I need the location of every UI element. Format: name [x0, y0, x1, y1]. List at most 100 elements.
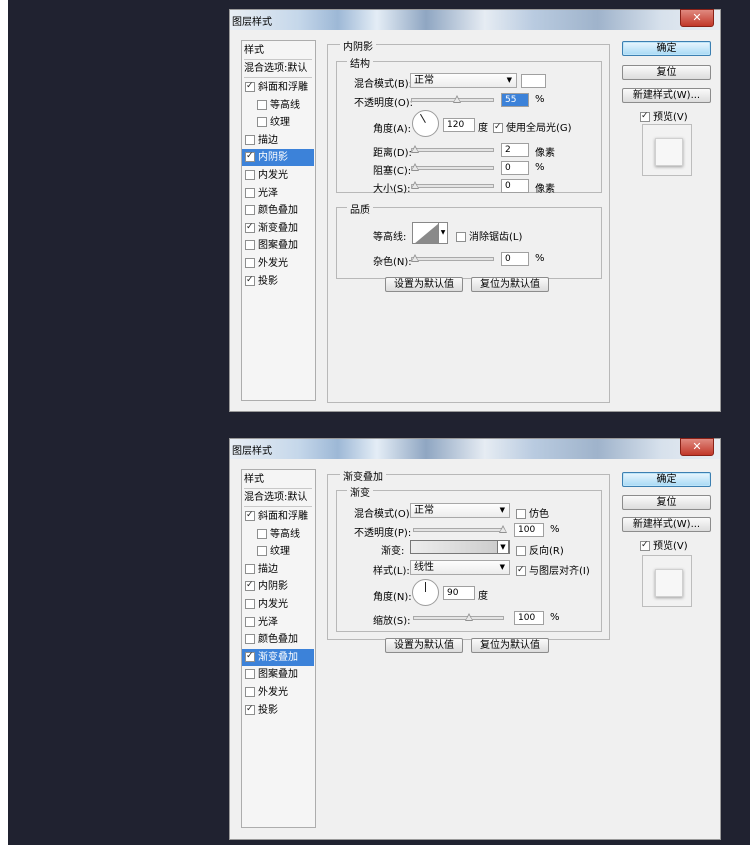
style-checkbox[interactable] — [245, 258, 255, 268]
set-default-button[interactable]: 设置为默认值 — [385, 277, 463, 292]
gradient-picker[interactable]: ▼ — [410, 540, 510, 554]
dither-checkbox[interactable]: 仿色 — [516, 505, 549, 520]
style-item[interactable]: 内发光 — [242, 596, 314, 613]
angle-input[interactable]: 90 — [443, 586, 475, 600]
scale-input[interactable]: 100 — [514, 611, 544, 625]
shadow-color-swatch[interactable] — [521, 74, 546, 88]
style-checkbox[interactable] — [245, 651, 255, 662]
contour-dropdown[interactable]: ▼ — [439, 222, 448, 244]
reverse-checkbox[interactable]: 反向(R) — [516, 542, 564, 557]
style-item[interactable]: 渐变叠加 — [242, 648, 314, 666]
align-layer-check[interactable] — [516, 566, 526, 576]
size-slider[interactable] — [411, 181, 494, 189]
close-button[interactable]: ✕ — [680, 438, 714, 456]
scale-slider-handle[interactable] — [465, 613, 473, 621]
style-item[interactable]: 渐变叠加 — [242, 220, 314, 237]
style-checkbox[interactable] — [245, 134, 255, 145]
style-checkbox[interactable] — [245, 205, 255, 216]
noise-slider-handle[interactable] — [411, 254, 419, 262]
style-item[interactable]: 内阴影 — [242, 578, 314, 595]
scale-slider[interactable] — [413, 613, 504, 621]
title-bar[interactable]: 图层样式 ✕ — [230, 438, 720, 459]
distance-slider[interactable] — [411, 145, 494, 153]
style-item[interactable]: 斜面和浮雕 — [242, 79, 314, 96]
contour-preview[interactable] — [412, 222, 439, 244]
choke-input[interactable]: 0 — [501, 161, 529, 175]
align-layer-checkbox[interactable]: 与图层对齐(I) — [516, 562, 590, 577]
style-checkbox[interactable] — [257, 99, 267, 110]
noise-input[interactable]: 0 — [501, 252, 529, 266]
style-checkbox[interactable] — [245, 222, 255, 233]
style-checkbox[interactable] — [245, 82, 255, 92]
new-style-button[interactable]: 新建样式(W)... — [622, 517, 711, 532]
style-item[interactable]: 斜面和浮雕 — [242, 508, 314, 525]
style-checkbox[interactable] — [245, 669, 255, 680]
opacity-input[interactable]: 55 — [501, 93, 529, 107]
style-checkbox[interactable] — [257, 117, 267, 128]
ok-button[interactable]: 确定 — [622, 472, 711, 487]
style-item[interactable]: 外发光 — [242, 255, 314, 272]
close-button[interactable]: ✕ — [680, 9, 714, 27]
style-item[interactable]: 内发光 — [242, 167, 314, 184]
style-item[interactable]: 纹理 — [242, 114, 314, 131]
styles-header[interactable]: 样式 — [244, 42, 312, 60]
style-item[interactable]: 图案叠加 — [242, 666, 314, 683]
reverse-check[interactable] — [516, 546, 526, 556]
style-item[interactable]: 图案叠加 — [242, 237, 314, 254]
style-checkbox[interactable] — [245, 599, 255, 609]
style-checkbox[interactable] — [245, 240, 255, 251]
reset-default-button[interactable]: 复位为默认值 — [471, 277, 549, 292]
style-checkbox[interactable] — [245, 616, 255, 627]
preview-check[interactable] — [640, 541, 650, 551]
style-checkbox[interactable] — [245, 563, 255, 574]
style-item[interactable]: 描边 — [242, 561, 314, 578]
choke-slider-handle[interactable] — [411, 163, 419, 171]
distance-slider-handle[interactable] — [411, 145, 419, 153]
title-bar[interactable]: 图层样式 ✕ — [230, 9, 720, 30]
style-item[interactable]: 投影 — [242, 273, 314, 290]
noise-slider[interactable] — [411, 254, 494, 262]
gradient-style-select[interactable]: 线性 ▼ — [410, 560, 510, 575]
style-item[interactable]: 颜色叠加 — [242, 202, 314, 219]
size-input[interactable]: 0 — [501, 179, 529, 193]
styles-header[interactable]: 样式 — [244, 471, 312, 489]
style-checkbox[interactable] — [245, 704, 255, 715]
ok-button[interactable]: 确定 — [622, 41, 711, 56]
opacity-slider[interactable] — [411, 95, 494, 103]
blend-options-item[interactable]: 混合选项:默认 — [244, 489, 312, 507]
reset-button[interactable]: 复位 — [622, 65, 711, 80]
preview-checkbox[interactable]: 预览(V) — [640, 108, 688, 123]
global-light-check[interactable] — [493, 123, 503, 133]
opacity-slider-handle[interactable] — [452, 95, 461, 103]
size-slider-handle[interactable] — [411, 181, 419, 189]
opacity-input[interactable]: 100 — [514, 523, 544, 537]
style-item[interactable]: 内阴影 — [242, 149, 314, 167]
style-checkbox[interactable] — [257, 528, 267, 539]
style-item[interactable]: 等高线 — [242, 526, 314, 543]
opacity-slider-handle[interactable] — [499, 525, 507, 533]
style-checkbox[interactable] — [245, 511, 255, 521]
dither-check[interactable] — [516, 509, 526, 519]
blend-mode-select[interactable]: 正常 ▼ — [410, 73, 517, 88]
style-item[interactable]: 外发光 — [242, 684, 314, 701]
style-item[interactable]: 光泽 — [242, 614, 314, 631]
style-checkbox[interactable] — [245, 170, 255, 180]
style-checkbox[interactable] — [245, 152, 255, 163]
antialias-checkbox[interactable]: 消除锯齿(L) — [456, 228, 522, 243]
style-checkbox[interactable] — [245, 687, 255, 697]
reset-default-button[interactable]: 复位为默认值 — [471, 638, 549, 653]
blend-mode-select[interactable]: 正常 ▼ — [410, 503, 510, 518]
style-checkbox[interactable] — [245, 634, 255, 645]
angle-dial[interactable] — [412, 579, 439, 606]
gradient-dropdown[interactable]: ▼ — [497, 540, 509, 554]
style-item[interactable]: 描边 — [242, 132, 314, 149]
angle-input[interactable]: 120 — [443, 118, 475, 132]
style-item[interactable]: 纹理 — [242, 543, 314, 560]
distance-input[interactable]: 2 — [501, 143, 529, 157]
style-checkbox[interactable] — [257, 546, 267, 557]
style-item[interactable]: 投影 — [242, 702, 314, 719]
style-item[interactable]: 光泽 — [242, 185, 314, 202]
set-default-button[interactable]: 设置为默认值 — [385, 638, 463, 653]
style-checkbox[interactable] — [245, 275, 255, 286]
opacity-slider[interactable] — [413, 525, 507, 533]
